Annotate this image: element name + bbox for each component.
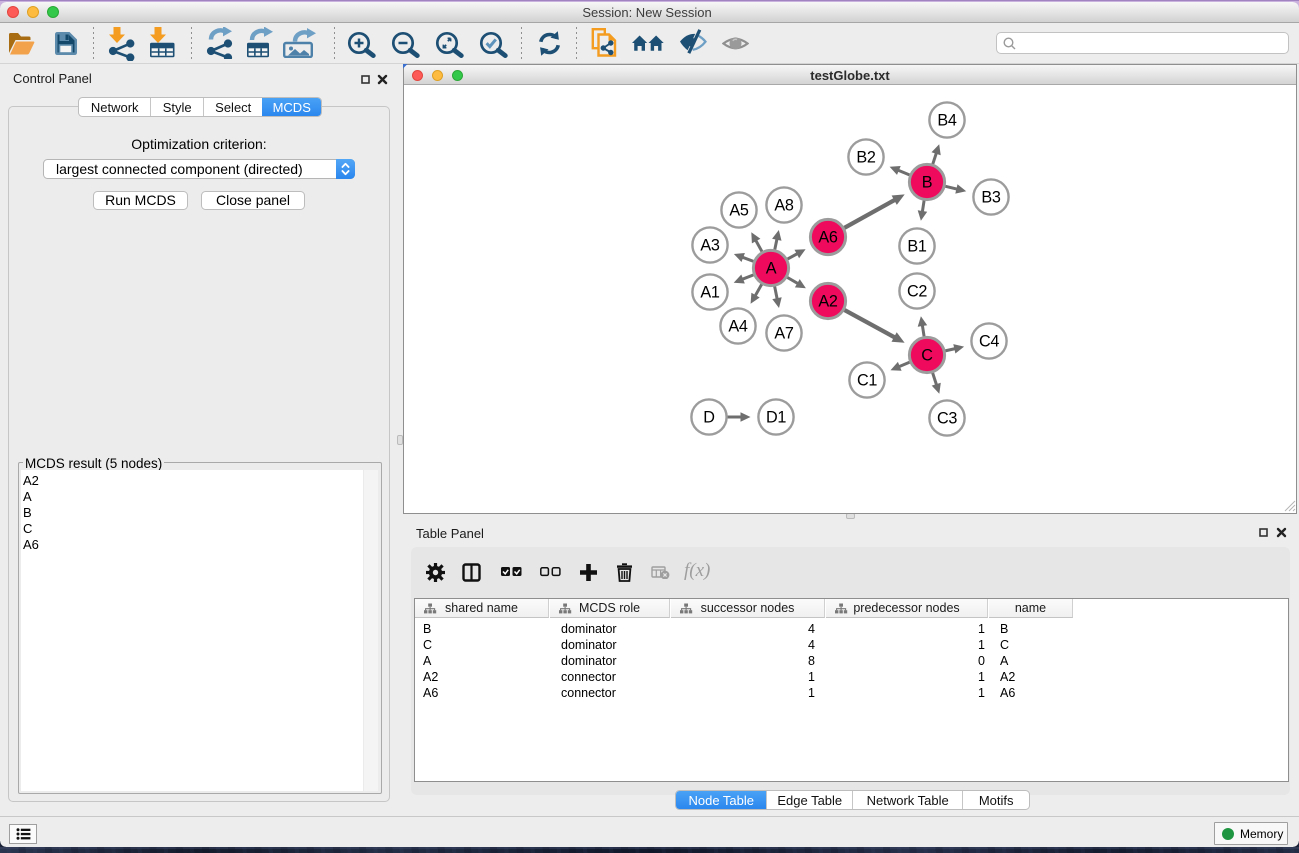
svg-text:A1: A1 [700,284,719,302]
svg-text:C2: C2 [907,283,927,301]
svg-text:A4: A4 [728,318,747,336]
svg-text:C: C [921,347,933,365]
svg-text:A3: A3 [700,237,719,255]
svg-text:C1: C1 [857,372,877,390]
svg-text:C3: C3 [937,410,957,428]
svg-text:D1: D1 [766,409,786,427]
svg-text:A: A [766,260,777,278]
svg-text:B3: B3 [981,189,1000,207]
svg-text:C4: C4 [979,333,999,351]
svg-text:B: B [922,174,933,192]
svg-text:A6: A6 [818,229,837,247]
svg-text:D: D [703,409,714,427]
svg-text:A7: A7 [774,325,793,343]
svg-text:A2: A2 [818,293,837,311]
svg-text:A5: A5 [729,202,748,220]
svg-text:B1: B1 [907,238,926,256]
svg-text:B2: B2 [856,149,875,167]
svg-text:A8: A8 [774,197,793,215]
svg-text:B4: B4 [937,112,956,130]
